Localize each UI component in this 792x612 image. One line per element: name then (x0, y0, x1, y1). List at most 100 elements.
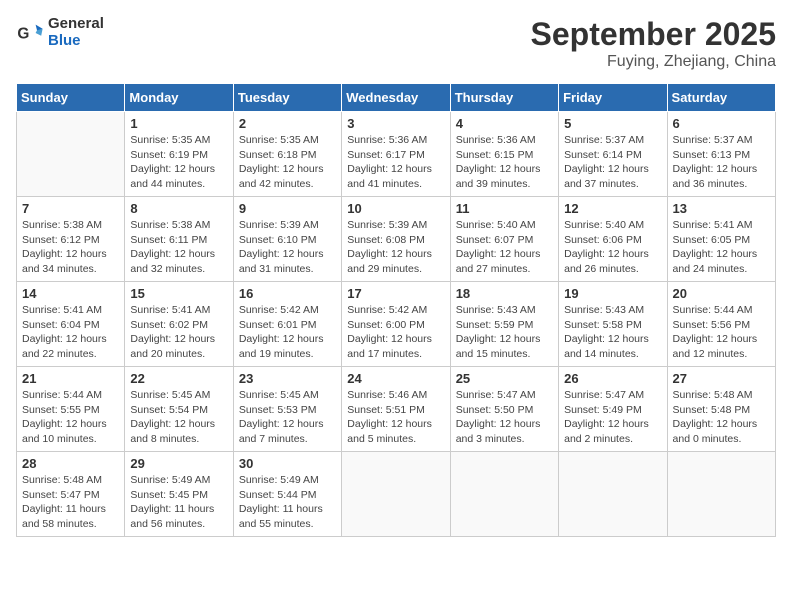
calendar-day-cell: 29 Sunrise: 5:49 AM Sunset: 5:45 PM Dayli… (125, 452, 233, 537)
day-number: 3 (347, 116, 444, 131)
day-info: Sunrise: 5:40 AM Sunset: 6:06 PM Dayligh… (564, 218, 661, 277)
calendar-day-cell: 3 Sunrise: 5:36 AM Sunset: 6:17 PM Daylig… (342, 112, 450, 197)
calendar-day-cell: 12 Sunrise: 5:40 AM Sunset: 6:06 PM Dayli… (559, 197, 667, 282)
svg-text:G: G (17, 25, 29, 42)
day-number: 24 (347, 371, 444, 386)
calendar-day-cell: 30 Sunrise: 5:49 AM Sunset: 5:44 PM Dayli… (233, 452, 341, 537)
weekday-row: SundayMondayTuesdayWednesdayThursdayFrid… (17, 84, 776, 112)
logo: G General Blue (16, 16, 104, 49)
day-number: 11 (456, 201, 553, 216)
day-number: 15 (130, 286, 227, 301)
day-info: Sunrise: 5:45 AM Sunset: 5:53 PM Dayligh… (239, 388, 336, 447)
calendar-header: SundayMondayTuesdayWednesdayThursdayFrid… (17, 84, 776, 112)
day-info: Sunrise: 5:35 AM Sunset: 6:19 PM Dayligh… (130, 133, 227, 192)
calendar-day-cell: 19 Sunrise: 5:43 AM Sunset: 5:58 PM Dayli… (559, 282, 667, 367)
calendar-body: 1 Sunrise: 5:35 AM Sunset: 6:19 PM Daylig… (17, 112, 776, 537)
day-info: Sunrise: 5:42 AM Sunset: 6:00 PM Dayligh… (347, 303, 444, 362)
month-title: September 2025 (531, 16, 776, 53)
day-info: Sunrise: 5:47 AM Sunset: 5:50 PM Dayligh… (456, 388, 553, 447)
day-info: Sunrise: 5:39 AM Sunset: 6:08 PM Dayligh… (347, 218, 444, 277)
calendar-day-cell: 28 Sunrise: 5:48 AM Sunset: 5:47 PM Dayli… (17, 452, 125, 537)
calendar-week-row: 14Sunrise: 5:41 AM Sunset: 6:04 PM Dayli… (17, 282, 776, 367)
calendar-day-cell: 26 Sunrise: 5:47 AM Sunset: 5:49 PM Dayli… (559, 367, 667, 452)
day-number: 9 (239, 201, 336, 216)
calendar-day-cell (559, 452, 667, 537)
day-info: Sunrise: 5:44 AM Sunset: 5:55 PM Dayligh… (22, 388, 119, 447)
calendar-day-cell: 18 Sunrise: 5:43 AM Sunset: 5:59 PM Dayli… (450, 282, 558, 367)
calendar-week-row: 21Sunrise: 5:44 AM Sunset: 5:55 PM Dayli… (17, 367, 776, 452)
calendar-day-cell: 6Sunrise: 5:37 AM Sunset: 6:13 PM Daylig… (667, 112, 775, 197)
calendar-day-cell: 17Sunrise: 5:42 AM Sunset: 6:00 PM Dayli… (342, 282, 450, 367)
day-number: 1 (130, 116, 227, 131)
calendar-day-cell: 4 Sunrise: 5:36 AM Sunset: 6:15 PM Daylig… (450, 112, 558, 197)
weekday-header: Sunday (17, 84, 125, 112)
day-info: Sunrise: 5:41 AM Sunset: 6:05 PM Dayligh… (673, 218, 770, 277)
calendar-day-cell (342, 452, 450, 537)
day-info: Sunrise: 5:36 AM Sunset: 6:17 PM Dayligh… (347, 133, 444, 192)
day-info: Sunrise: 5:39 AM Sunset: 6:10 PM Dayligh… (239, 218, 336, 277)
calendar-week-row: 7 Sunrise: 5:38 AM Sunset: 6:12 PM Daylig… (17, 197, 776, 282)
location: Fuying, Zhejiang, China (531, 53, 776, 71)
calendar-week-row: 1 Sunrise: 5:35 AM Sunset: 6:19 PM Daylig… (17, 112, 776, 197)
logo-icon: G (16, 19, 44, 47)
weekday-header: Wednesday (342, 84, 450, 112)
day-info: Sunrise: 5:48 AM Sunset: 5:48 PM Dayligh… (673, 388, 770, 447)
day-info: Sunrise: 5:40 AM Sunset: 6:07 PM Dayligh… (456, 218, 553, 277)
day-info: Sunrise: 5:37 AM Sunset: 6:14 PM Dayligh… (564, 133, 661, 192)
day-number: 7 (22, 201, 119, 216)
weekday-header: Saturday (667, 84, 775, 112)
day-info: Sunrise: 5:49 AM Sunset: 5:44 PM Dayligh… (239, 473, 336, 532)
calendar-day-cell: 7 Sunrise: 5:38 AM Sunset: 6:12 PM Daylig… (17, 197, 125, 282)
day-info: Sunrise: 5:47 AM Sunset: 5:49 PM Dayligh… (564, 388, 661, 447)
day-number: 29 (130, 456, 227, 471)
day-info: Sunrise: 5:41 AM Sunset: 6:04 PM Dayligh… (22, 303, 119, 362)
day-number: 28 (22, 456, 119, 471)
weekday-header: Thursday (450, 84, 558, 112)
calendar-day-cell: 21Sunrise: 5:44 AM Sunset: 5:55 PM Dayli… (17, 367, 125, 452)
page-header: G General Blue September 2025 Fuying, Zh… (16, 16, 776, 71)
day-number: 18 (456, 286, 553, 301)
calendar-day-cell: 24Sunrise: 5:46 AM Sunset: 5:51 PM Dayli… (342, 367, 450, 452)
day-number: 30 (239, 456, 336, 471)
calendar-day-cell: 14Sunrise: 5:41 AM Sunset: 6:04 PM Dayli… (17, 282, 125, 367)
day-info: Sunrise: 5:49 AM Sunset: 5:45 PM Dayligh… (130, 473, 227, 532)
calendar-day-cell: 15 Sunrise: 5:41 AM Sunset: 6:02 PM Dayli… (125, 282, 233, 367)
day-info: Sunrise: 5:41 AM Sunset: 6:02 PM Dayligh… (130, 303, 227, 362)
day-info: Sunrise: 5:38 AM Sunset: 6:12 PM Dayligh… (22, 218, 119, 277)
day-number: 8 (130, 201, 227, 216)
weekday-header: Friday (559, 84, 667, 112)
day-number: 23 (239, 371, 336, 386)
day-info: Sunrise: 5:36 AM Sunset: 6:15 PM Dayligh… (456, 133, 553, 192)
calendar-day-cell: 27Sunrise: 5:48 AM Sunset: 5:48 PM Dayli… (667, 367, 775, 452)
day-number: 4 (456, 116, 553, 131)
calendar-table: SundayMondayTuesdayWednesdayThursdayFrid… (16, 83, 776, 537)
day-number: 20 (673, 286, 770, 301)
calendar-day-cell (450, 452, 558, 537)
calendar-day-cell (17, 112, 125, 197)
day-info: Sunrise: 5:35 AM Sunset: 6:18 PM Dayligh… (239, 133, 336, 192)
calendar-day-cell: 10Sunrise: 5:39 AM Sunset: 6:08 PM Dayli… (342, 197, 450, 282)
calendar-day-cell: 2 Sunrise: 5:35 AM Sunset: 6:18 PM Daylig… (233, 112, 341, 197)
calendar-day-cell: 11 Sunrise: 5:40 AM Sunset: 6:07 PM Dayli… (450, 197, 558, 282)
calendar-day-cell: 9 Sunrise: 5:39 AM Sunset: 6:10 PM Daylig… (233, 197, 341, 282)
day-number: 26 (564, 371, 661, 386)
calendar-day-cell: 22Sunrise: 5:45 AM Sunset: 5:54 PM Dayli… (125, 367, 233, 452)
day-number: 25 (456, 371, 553, 386)
day-info: Sunrise: 5:43 AM Sunset: 5:59 PM Dayligh… (456, 303, 553, 362)
day-number: 16 (239, 286, 336, 301)
calendar-week-row: 28 Sunrise: 5:48 AM Sunset: 5:47 PM Dayli… (17, 452, 776, 537)
day-number: 12 (564, 201, 661, 216)
day-number: 2 (239, 116, 336, 131)
day-info: Sunrise: 5:43 AM Sunset: 5:58 PM Dayligh… (564, 303, 661, 362)
calendar-day-cell: 20 Sunrise: 5:44 AM Sunset: 5:56 PM Dayli… (667, 282, 775, 367)
calendar-day-cell (667, 452, 775, 537)
day-number: 19 (564, 286, 661, 301)
day-number: 5 (564, 116, 661, 131)
weekday-header: Monday (125, 84, 233, 112)
weekday-header: Tuesday (233, 84, 341, 112)
day-info: Sunrise: 5:44 AM Sunset: 5:56 PM Dayligh… (673, 303, 770, 362)
day-number: 22 (130, 371, 227, 386)
day-info: Sunrise: 5:48 AM Sunset: 5:47 PM Dayligh… (22, 473, 119, 532)
logo-line1: General (48, 16, 104, 33)
day-info: Sunrise: 5:42 AM Sunset: 6:01 PM Dayligh… (239, 303, 336, 362)
